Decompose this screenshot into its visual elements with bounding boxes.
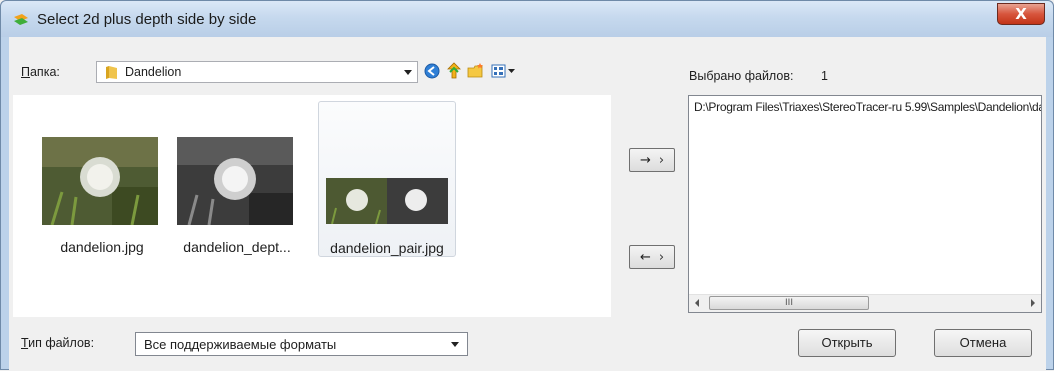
selected-files-list[interactable]: D:\Program Files\Triaxes\StereoTracer-ru… <box>688 95 1042 313</box>
folder-combobox[interactable]: Dandelion <box>96 61 418 83</box>
remove-from-selection-button[interactable]: ← › <box>629 245 675 269</box>
open-button[interactable]: Открыть <box>798 329 896 357</box>
horizontal-scrollbar[interactable]: III <box>689 294 1041 312</box>
file-name: dandelion_dept... <box>183 239 291 255</box>
folder-label: Папка: <box>21 65 60 79</box>
back-icon[interactable] <box>423 62 441 80</box>
view-menu-icon[interactable] <box>491 62 517 80</box>
app-icon <box>14 14 28 25</box>
dialog-window: Select 2d plus depth side by side X Папк… <box>0 0 1054 371</box>
add-to-selection-button[interactable]: → › <box>629 148 675 172</box>
file-name: dandelion_pair.jpg <box>330 240 444 256</box>
cancel-button[interactable]: Отмена <box>934 329 1032 357</box>
file-type-select[interactable]: Все поддерживаемые форматы <box>135 332 468 356</box>
selected-file-path[interactable]: D:\Program Files\Triaxes\StereoTracer-ru… <box>694 100 1041 114</box>
up-folder-icon[interactable] <box>445 62 463 80</box>
dandelion-thumbnail <box>42 137 158 225</box>
arrow-right-icon: → <box>640 152 651 168</box>
scrollbar-thumb[interactable]: III <box>709 296 869 310</box>
scroll-right-icon[interactable] <box>1031 299 1035 307</box>
chevron-down-icon[interactable] <box>404 70 412 75</box>
close-button[interactable]: X <box>997 3 1045 25</box>
file-type-value: Все поддерживаемые форматы <box>144 337 337 352</box>
file-item-dandelion[interactable]: dandelion.jpg <box>38 103 166 257</box>
dialog-body: Папка: Dandelion dandelion.jpg dandelion… <box>9 37 1046 371</box>
file-item-dandelion-pair[interactable]: dandelion_pair.jpg <box>318 101 456 257</box>
new-folder-icon[interactable] <box>467 62 485 80</box>
current-folder: Dandelion <box>125 65 182 79</box>
file-thumbnail-view[interactable]: dandelion.jpg dandelion_dept... dandelio… <box>13 95 611 317</box>
arrow-left-icon: ← <box>640 249 651 265</box>
selected-count-value: 1 <box>821 69 828 83</box>
title-bar[interactable]: Select 2d plus depth side by side X <box>1 1 1053 37</box>
file-type-label: Тип файлов: <box>21 336 95 350</box>
file-item-dandelion-depth[interactable]: dandelion_dept... <box>173 103 301 257</box>
dandelion-depth-thumbnail <box>177 137 293 225</box>
scroll-left-icon[interactable] <box>695 299 699 307</box>
window-title: Select 2d plus depth side by side <box>37 11 257 28</box>
file-name: dandelion.jpg <box>60 239 144 255</box>
chevron-down-icon[interactable] <box>451 342 459 347</box>
folder-icon <box>106 66 117 79</box>
close-icon: X <box>1015 5 1027 23</box>
dandelion-pair-thumbnail <box>326 178 448 224</box>
selected-count-label: Выбрано файлов: <box>689 69 794 83</box>
